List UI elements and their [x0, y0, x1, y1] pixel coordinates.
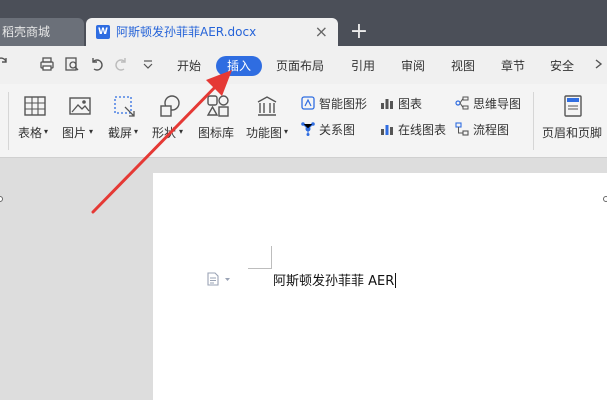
new-tab-button[interactable]: +: [348, 18, 370, 46]
chart-button[interactable]: 图表: [380, 95, 422, 113]
smartart-icon: [301, 96, 315, 110]
text-cursor: [395, 273, 397, 288]
chevron-down-icon: ▾: [44, 127, 49, 136]
function-chart-label: 功能图: [246, 126, 283, 140]
chart-icon: [380, 96, 394, 110]
shapes-button[interactable]: 形状 ▾: [152, 94, 188, 150]
smartart-button[interactable]: 智能图形: [301, 95, 367, 113]
screenshot-label: 截屏: [108, 126, 133, 140]
relation-chart-label: 关系图: [319, 123, 356, 137]
icon-library-label: 图标库: [198, 126, 235, 140]
shapes-icon: [158, 94, 182, 118]
table-button[interactable]: 表格 ▾: [16, 94, 52, 150]
menu-review[interactable]: 审阅: [401, 57, 425, 75]
icon-library-icon: [206, 94, 230, 118]
menu-references[interactable]: 引用: [351, 57, 375, 75]
chevron-down-icon: ▾: [179, 127, 184, 136]
flowchart-icon: [455, 122, 469, 136]
margin-marker: [271, 246, 272, 269]
menu-chapter[interactable]: 章节: [501, 57, 525, 75]
picture-icon: [68, 94, 92, 118]
header-footer-label: 页眉和页脚: [542, 126, 603, 140]
chevron-down-icon: ▾: [89, 127, 94, 136]
ribbon-divider: [8, 92, 9, 150]
menu-start[interactable]: 开始: [177, 57, 201, 75]
shapes-label: 形状: [152, 126, 177, 140]
picture-label: 图片: [62, 126, 87, 140]
tab-store[interactable]: 稻壳商城: [0, 18, 84, 46]
tab-document[interactable]: W 阿斯顿发孙菲菲AER.docx ×: [86, 18, 338, 46]
tab-store-label: 稻壳商城: [2, 25, 51, 39]
redo-disabled-icon[interactable]: [113, 56, 129, 72]
tab-document-title: 阿斯顿发孙菲菲AER.docx: [116, 25, 257, 39]
margin-marker: [248, 268, 272, 269]
relation-chart-icon: [301, 122, 315, 136]
screenshot-button[interactable]: 截屏 ▾: [106, 94, 142, 150]
online-chart-button[interactable]: 在线图表: [380, 121, 446, 139]
relation-chart-button[interactable]: 关系图: [301, 121, 355, 139]
close-icon[interactable]: ×: [315, 18, 328, 46]
chart-label: 图表: [398, 97, 423, 111]
document-text-line[interactable]: 阿斯顿发孙菲菲 AER: [273, 270, 397, 289]
picture-button[interactable]: 图片 ▾: [62, 94, 98, 150]
paragraph-options-icon[interactable]: [206, 271, 232, 287]
flowchart-button[interactable]: 流程图: [455, 121, 509, 139]
menu-page-layout[interactable]: 页面布局: [276, 57, 324, 75]
table-label: 表格: [18, 126, 43, 140]
table-icon: [23, 94, 47, 118]
header-footer-button[interactable]: 页眉和页脚: [541, 94, 607, 150]
screenshot-icon: [112, 94, 136, 118]
redo-icon[interactable]: [0, 56, 10, 72]
mindmap-icon: [455, 96, 469, 110]
menu-insert[interactable]: 插入: [216, 56, 262, 76]
chevron-down-icon: ▾: [134, 127, 139, 136]
mindmap-button[interactable]: 思维导图: [455, 95, 521, 113]
undo-icon[interactable]: [89, 56, 105, 72]
print-icon[interactable]: [39, 56, 55, 72]
header-footer-icon: [561, 94, 585, 118]
title-tab-bar: 稻壳商城 W 阿斯顿发孙菲菲AER.docx × +: [0, 0, 607, 46]
menu-view[interactable]: 视图: [451, 57, 475, 75]
resize-handle[interactable]: [603, 196, 607, 202]
print-preview-icon[interactable]: [64, 56, 80, 72]
smartart-label: 智能图形: [319, 97, 368, 111]
ribbon-divider: [533, 92, 534, 150]
chevron-down-icon: ▾: [284, 127, 289, 136]
insert-ribbon: 表格 ▾ 图片 ▾ 截屏 ▾ 形状 ▾ 图标库 功能图 ▾ 智能图形 关系图 图…: [0, 84, 607, 158]
function-chart-button[interactable]: 功能图 ▾: [246, 94, 292, 150]
word-document-icon: W: [96, 25, 110, 39]
flowchart-label: 流程图: [473, 123, 510, 137]
online-chart-icon: [380, 122, 394, 136]
mindmap-label: 思维导图: [473, 97, 522, 111]
menu-bar: 开始 插入 页面布局 引用 审阅 视图 章节 安全: [0, 46, 607, 84]
more-icon[interactable]: [591, 56, 607, 72]
dropdown-icon[interactable]: [140, 56, 156, 72]
menu-security[interactable]: 安全: [550, 57, 574, 75]
online-chart-label: 在线图表: [398, 123, 447, 137]
function-chart-icon: [255, 94, 279, 118]
document-text: 阿斯顿发孙菲菲 AER: [273, 274, 395, 289]
icon-library-button[interactable]: 图标库: [198, 94, 238, 150]
